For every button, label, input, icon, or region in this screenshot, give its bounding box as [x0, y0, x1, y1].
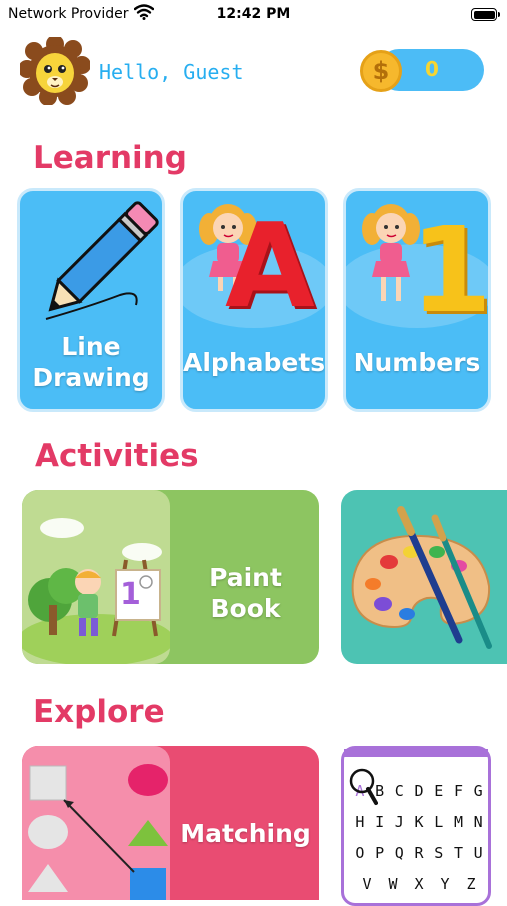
matching-label: Matching [180, 819, 311, 848]
letter-cell[interactable]: G [468, 782, 488, 800]
numbers-card[interactable]: 1 Numbers [343, 188, 491, 412]
letter-cell[interactable]: J [389, 813, 409, 831]
letter-cell[interactable]: W [383, 875, 403, 893]
letter-cell[interactable]: E [429, 782, 449, 800]
numbers-label: Numbers [353, 348, 481, 377]
palette-icon [351, 506, 492, 649]
section-title-explore: Explore [33, 694, 165, 730]
paint-book-card[interactable]: 1 Paint Book [22, 490, 319, 664]
letter-cell[interactable]: Q [389, 844, 409, 862]
easel-icon [22, 518, 170, 664]
line-drawing-card[interactable]: Line Drawing [17, 188, 165, 412]
letter-cell[interactable]: T [449, 844, 469, 862]
letter-cell[interactable]: P [370, 844, 390, 862]
letter-a-art: A [225, 199, 315, 334]
triangle-icon [28, 864, 68, 892]
status-bar: Network Provider 12:42 PM [0, 0, 507, 30]
letter-cell[interactable]: L [429, 813, 449, 831]
letter-cell[interactable]: I [370, 813, 390, 831]
letter-cell[interactable]: D [409, 782, 429, 800]
letter-cell[interactable]: M [449, 813, 469, 831]
coin-count: 0 [425, 57, 439, 81]
line-drawing-label-line1: Line [61, 332, 121, 361]
section-title-activities: Activities [35, 438, 199, 474]
lion-avatar-icon[interactable] [20, 37, 90, 105]
word-search-card[interactable]: ABCDEFGHIJKLMNOPQRSTUVWXYZ [341, 746, 491, 906]
letter-cell[interactable]: O [350, 844, 370, 862]
alphabets-card[interactable]: A Alphabets [180, 188, 328, 412]
letter-row: OPQRSTU [350, 837, 488, 868]
clock: 12:42 PM [216, 6, 291, 22]
square-icon [29, 765, 67, 801]
letter-cell[interactable]: K [409, 813, 429, 831]
letter-cell[interactable]: Z [461, 875, 481, 893]
palette-card[interactable] [341, 490, 507, 664]
greeting-text: Hello, Guest [99, 60, 244, 84]
line-drawing-label-line2: Drawing [32, 363, 150, 393]
magnifier-icon [349, 768, 378, 805]
pencil-icon [45, 201, 159, 320]
battery-icon [471, 8, 500, 21]
matching-shapes [28, 764, 168, 900]
letter-cell[interactable]: C [389, 782, 409, 800]
digit-one-art: 1 [410, 201, 491, 339]
coin-icon: $ [360, 50, 402, 92]
letter-cell[interactable]: N [468, 813, 488, 831]
section-title-learning: Learning [33, 140, 187, 176]
letter-cell[interactable]: R [409, 844, 429, 862]
letter-cell[interactable]: U [468, 844, 488, 862]
word-search-header-bar [344, 749, 488, 757]
alphabets-label: Alphabets [183, 348, 326, 377]
easel-digit: 1 [120, 577, 141, 612]
letter-cell[interactable]: X [409, 875, 429, 893]
letter-cell[interactable]: S [429, 844, 449, 862]
letter-row: VWXYZ [350, 868, 488, 899]
paint-book-label: Paint Book [209, 563, 282, 624]
circle-icon [28, 815, 68, 849]
square-icon [130, 868, 166, 900]
letter-row: HIJKLMN [350, 806, 488, 837]
letter-cell[interactable]: H [350, 813, 370, 831]
triangle-icon [128, 820, 168, 846]
circle-icon [128, 764, 168, 796]
letter-cell[interactable]: F [449, 782, 469, 800]
letter-cell[interactable]: V [357, 875, 377, 893]
letter-cell[interactable]: Y [435, 875, 455, 893]
line-drawing-label: Line Drawing [20, 331, 162, 394]
matching-card[interactable]: Matching [22, 746, 319, 900]
